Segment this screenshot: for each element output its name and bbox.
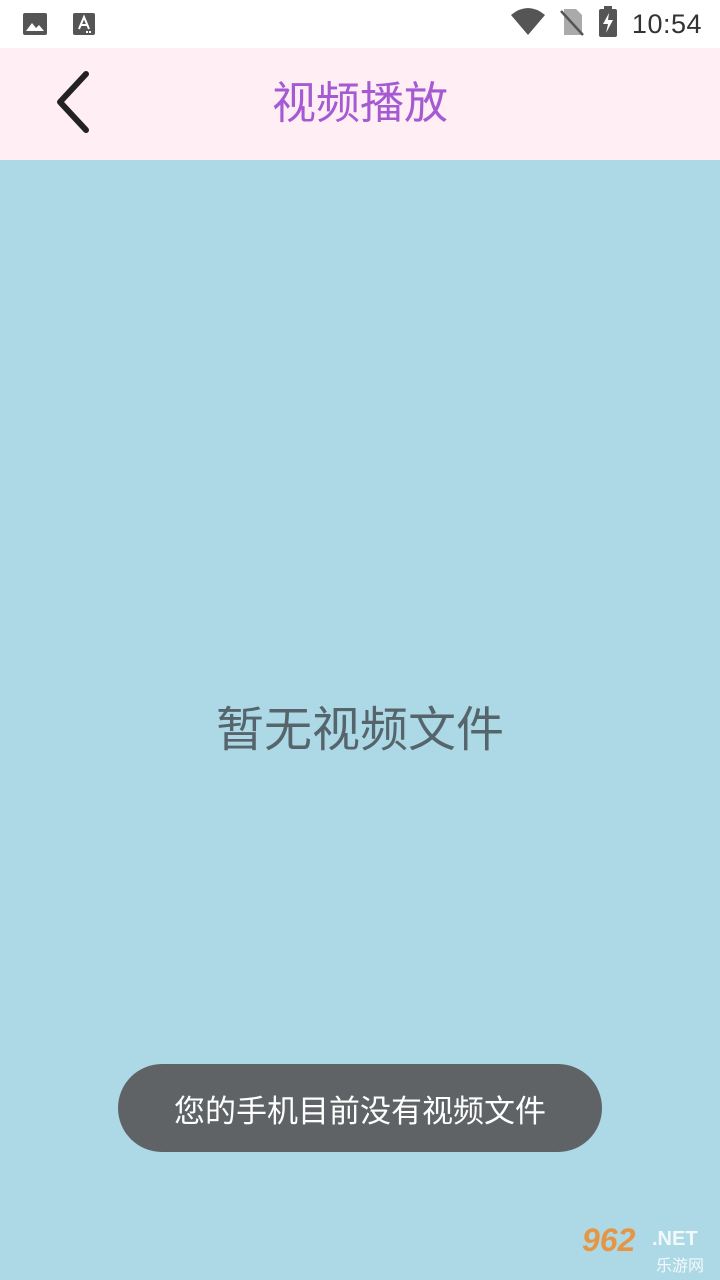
watermark-logo: 962 .NET 乐游网 bbox=[582, 1222, 714, 1275]
screen: 10:54 视频播放 暂无视频文件 您的手机目前没有视频文件 962 .NET … bbox=[0, 0, 720, 1280]
toast: 您的手机目前没有视频文件 bbox=[118, 1064, 602, 1152]
toast-message: 您的手机目前没有视频文件 bbox=[174, 1093, 546, 1130]
app-bar: 视频播放 bbox=[0, 48, 720, 160]
image-icon bbox=[22, 12, 48, 40]
watermark-subtitle: 乐游网 bbox=[656, 1256, 705, 1275]
status-time: 10:54 bbox=[631, 8, 702, 39]
back-button[interactable] bbox=[36, 68, 108, 140]
chevron-left-icon bbox=[52, 70, 92, 138]
watermark-brand: 962 bbox=[582, 1222, 636, 1258]
text-a-icon bbox=[72, 12, 96, 40]
status-icons: 10:54 bbox=[510, 6, 702, 42]
wifi-icon bbox=[510, 7, 546, 41]
watermark-suffix: .NET bbox=[652, 1228, 698, 1250]
no-sim-icon bbox=[560, 7, 584, 41]
page-title: 视频播放 bbox=[272, 78, 448, 129]
empty-state-message: 暂无视频文件 bbox=[215, 702, 504, 758]
battery-charging-icon bbox=[598, 6, 618, 42]
status-bar: 10:54 bbox=[0, 0, 720, 48]
